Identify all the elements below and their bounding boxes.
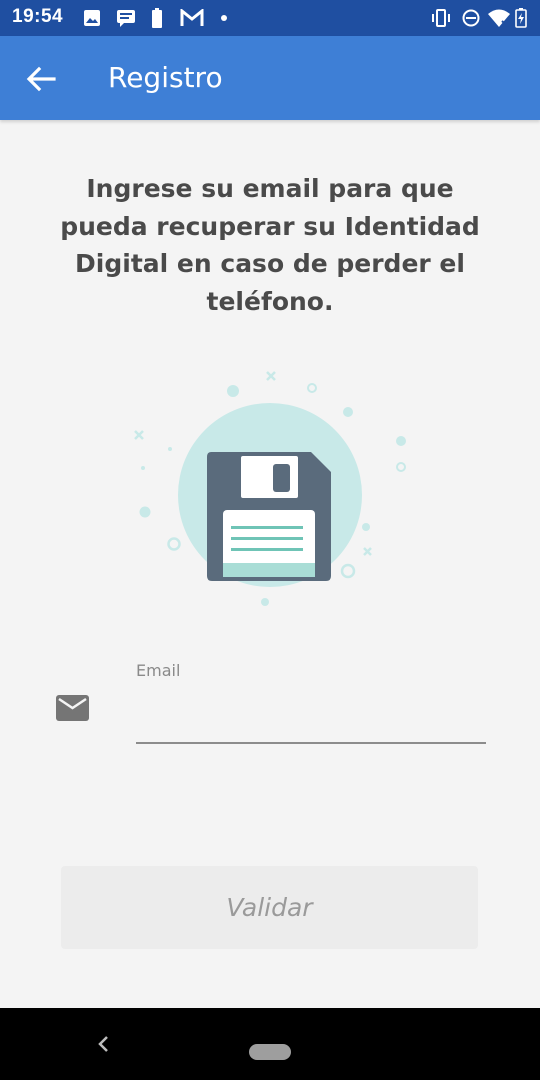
do-not-disturb-icon [462,9,480,27]
back-arrow-icon[interactable] [24,62,58,96]
mail-icon [56,695,89,721]
gmail-icon [180,9,204,26]
dot-icon [221,15,227,21]
page-title: Registro [108,61,223,94]
nav-back-icon[interactable] [95,1034,113,1054]
vibrate-icon [432,9,450,27]
home-button[interactable] [249,1044,291,1060]
battery-small-icon [152,8,162,28]
app-bar: Registro [0,36,540,120]
email-field[interactable] [136,688,486,744]
battery-icon [515,8,527,28]
floppy-disk-icon [134,371,406,606]
status-bar: 19:54 [0,0,540,36]
message-icon [117,10,135,27]
wifi-icon [488,9,510,27]
email-label: Email [136,661,181,680]
validate-button[interactable]: Validar [61,866,478,949]
status-time: 19:54 [12,6,64,27]
instruction-text: Ingrese su email para que pueda recupera… [60,174,480,316]
navigation-bar [0,1008,540,1080]
image-icon [84,10,100,26]
